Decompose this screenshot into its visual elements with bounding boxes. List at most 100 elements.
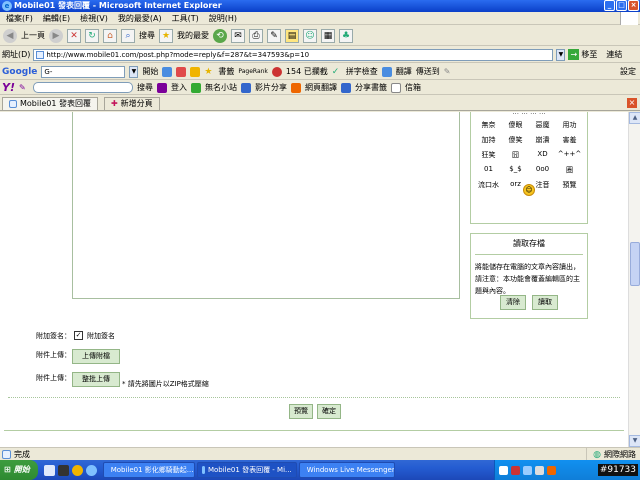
google-bookmark-star-icon[interactable]: ★ [204, 67, 214, 77]
google-news-icon[interactable] [176, 66, 187, 77]
batch-upload-button[interactable]: 整批上傳 [72, 372, 120, 387]
google-web-icon[interactable] [162, 66, 173, 77]
translate-icon[interactable] [381, 66, 392, 77]
emoticon-item[interactable]: XD [529, 150, 556, 160]
links-label[interactable]: 連結 [606, 49, 622, 60]
back-arrow-icon[interactable]: ◀ [3, 28, 17, 43]
google-dropdown-icon[interactable]: ▼ [129, 65, 139, 78]
emoticon-item[interactable]: $_$ [502, 165, 529, 175]
emoticon-item[interactable]: 用功 [556, 120, 583, 130]
emoticon-item[interactable]: 無奈 [475, 120, 502, 130]
antivirus-icon[interactable] [547, 465, 556, 475]
messenger-icon[interactable]: ☺ [303, 28, 317, 43]
maximize-button[interactable]: □ [616, 0, 627, 11]
note-icon[interactable]: ▤ [285, 28, 299, 43]
menu-edit[interactable]: 編輯(E) [43, 12, 70, 24]
yahoo-mail-icon[interactable] [390, 82, 401, 93]
plugin-icon[interactable]: ♣ [339, 28, 353, 43]
pencil-icon[interactable]: ✎ [444, 67, 454, 77]
emoticon-item[interactable]: 01 [475, 165, 502, 175]
yahoo-mail-button[interactable]: 信箱 [405, 82, 421, 93]
quick-ie-icon[interactable] [85, 464, 97, 476]
start-button[interactable]: ⊞ 開始 [0, 460, 38, 480]
tab-current[interactable]: Mobile01 發表回覆 [2, 96, 98, 110]
search-button-label[interactable]: 搜尋 [139, 30, 155, 41]
upload-attachment-button[interactable]: 上傳附檔 [72, 349, 120, 364]
translate-button[interactable]: 翻譯 [396, 66, 412, 77]
yahoo-signin-icon[interactable] [156, 82, 167, 93]
refresh-icon[interactable]: ↻ [85, 28, 99, 43]
scroll-thumb[interactable] [630, 242, 640, 286]
yahoo-translate-button[interactable]: 網頁翻譯 [305, 82, 337, 93]
menu-view[interactable]: 檢視(V) [80, 12, 108, 24]
scroll-down-icon[interactable]: ▼ [629, 435, 640, 447]
tray-clock[interactable]: #91733 [597, 464, 638, 476]
favorites-star-icon[interactable]: ★ [159, 28, 173, 43]
edit-icon[interactable]: ✎ [267, 28, 281, 43]
tab-new[interactable]: ✚ 新增分頁 [103, 96, 160, 110]
emoticon-item[interactable]: 害羞 [556, 135, 583, 145]
emoticon-item[interactable]: 囧 [502, 150, 529, 160]
print-icon[interactable]: ⎙ [249, 28, 263, 43]
menu-tools[interactable]: 工具(T) [172, 12, 199, 24]
emoticon-item[interactable]: 預覽 [556, 180, 583, 190]
preview-button[interactable]: 預覽 [289, 404, 313, 419]
address-dropdown-icon[interactable]: ▼ [556, 48, 566, 61]
yahoo-pen-icon[interactable]: ✎ [19, 83, 29, 93]
yahoo-signin-button[interactable]: 登入 [171, 82, 187, 93]
research-icon[interactable]: ▦ [321, 28, 335, 43]
forward-arrow-icon[interactable]: ▶ [49, 28, 63, 43]
close-tab-icon[interactable]: × [627, 98, 637, 108]
sendto-button[interactable]: 傳送到 [416, 66, 440, 77]
signature-checkbox[interactable]: ✓ [74, 331, 83, 340]
show-desktop-icon[interactable] [43, 464, 55, 476]
message-textarea[interactable] [72, 112, 460, 299]
emoticon-item[interactable]: 流口水 [475, 180, 502, 190]
home-icon[interactable]: ⌂ [103, 28, 117, 43]
emoticon-smiley-icon[interactable]: ☺ [523, 184, 535, 196]
mail-icon[interactable]: ✉ [231, 28, 245, 43]
history-icon[interactable]: ⟲ [213, 28, 227, 43]
spellcheck-button[interactable]: 拼字檢查 [346, 66, 378, 77]
emoticon-item[interactable]: 惡魔 [529, 120, 556, 130]
window-titlebar[interactable]: e Mobile01 發表回覆 - Microsoft Internet Exp… [0, 0, 640, 12]
yahoo-search-button[interactable]: 搜尋 [137, 82, 153, 93]
menu-favorites[interactable]: 我的最愛(A) [118, 12, 162, 24]
quick-app-icon[interactable] [57, 464, 69, 476]
menu-file[interactable]: 檔案(F) [6, 12, 33, 24]
signature-checkbox-label[interactable]: 附加簽名 [87, 331, 115, 341]
google-bookmarks-button[interactable]: 書籤 [218, 66, 234, 77]
google-start-button[interactable]: 開始 [142, 66, 158, 77]
stop-icon[interactable]: ✕ [67, 28, 81, 43]
popup-blocked-count[interactable]: 154 已攔截 [286, 66, 328, 77]
favorites-button-label[interactable]: 我的最愛 [177, 30, 209, 41]
address-input[interactable]: http://www.mobile01.com/post.php?mode=re… [33, 48, 554, 61]
yahoo-video-icon[interactable] [240, 82, 251, 93]
emoticon-item[interactable]: 0o0 [529, 165, 556, 175]
taskbar-window-3[interactable]: Windows Live Messenger [298, 462, 395, 478]
google-image-icon[interactable] [190, 66, 201, 77]
yahoo-video-button[interactable]: 影片分享 [255, 82, 287, 93]
quick-messenger-icon[interactable] [71, 464, 83, 476]
yahoo-widget-icon[interactable] [190, 82, 201, 93]
taskbar-window-1[interactable]: Mobile01 影化鄉騎動起... [102, 462, 195, 478]
google-settings-button[interactable]: 設定 [620, 66, 636, 77]
emoticon-item[interactable]: 傻眼 [502, 120, 529, 130]
go-button[interactable]: → 移至 [568, 49, 597, 60]
emoticon-item[interactable]: 圈 [556, 165, 583, 175]
popup-blocker-icon[interactable] [271, 66, 282, 77]
draft-clear-button[interactable]: 清除 [500, 295, 526, 310]
spellcheck-icon[interactable]: ✓ [332, 67, 342, 77]
emoticon-item[interactable]: 狂笑 [475, 150, 502, 160]
close-button[interactable]: × [628, 0, 639, 11]
emoticon-item[interactable]: ^++^ [556, 150, 583, 160]
emoticon-item[interactable]: 崩潰 [529, 135, 556, 145]
yahoo-share-button[interactable]: 分享書籤 [355, 82, 387, 93]
scroll-up-icon[interactable]: ▲ [629, 112, 640, 124]
network-icon[interactable] [523, 465, 532, 475]
language-icon[interactable] [499, 465, 508, 475]
back-button-label[interactable]: 上一頁 [21, 30, 45, 41]
draft-load-button[interactable]: 讀取 [532, 295, 558, 310]
vertical-scrollbar[interactable]: ▲ ▼ [628, 112, 640, 447]
yahoo-search-input[interactable] [32, 82, 133, 93]
